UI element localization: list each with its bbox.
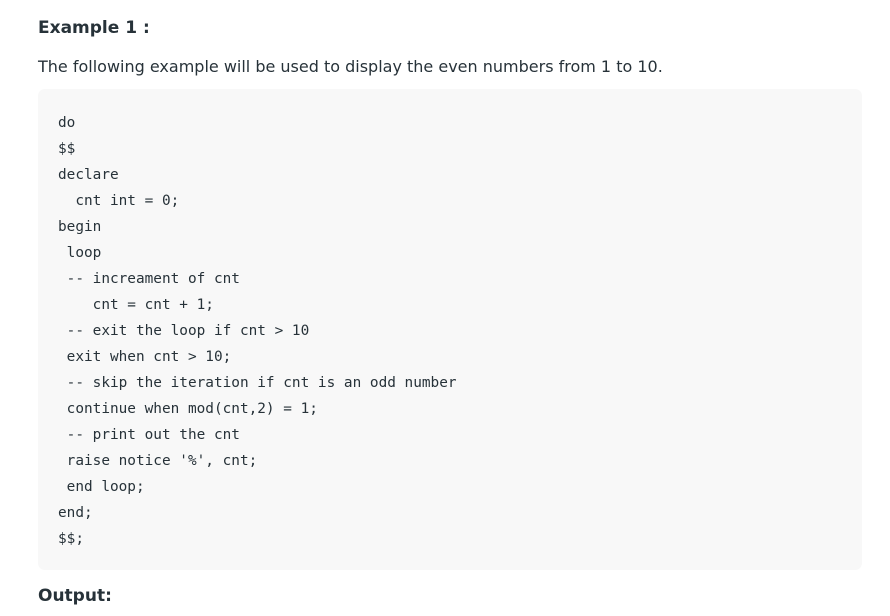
example-heading: Example 1 : bbox=[38, 18, 150, 38]
code-line: -- increament of cnt bbox=[58, 271, 240, 287]
code-block[interactable]: do $$ declare cnt int = 0; begin loop --… bbox=[38, 89, 862, 570]
code-line: $$; bbox=[58, 531, 84, 547]
code-line: exit when cnt > 10; bbox=[58, 349, 232, 365]
example-description: The following example will be used to di… bbox=[38, 57, 663, 76]
code-line: -- exit the loop if cnt > 10 bbox=[58, 323, 310, 339]
code-line: declare bbox=[58, 167, 119, 183]
code-line: -- print out the cnt bbox=[58, 427, 240, 443]
code-line: end; bbox=[58, 505, 93, 521]
code-line: end loop; bbox=[58, 479, 145, 495]
code-line: cnt = cnt + 1; bbox=[58, 297, 214, 313]
code-line: $$ bbox=[58, 141, 76, 157]
code-line: raise notice '%', cnt; bbox=[58, 453, 258, 469]
code-line: begin bbox=[58, 219, 102, 235]
code-line: loop bbox=[58, 245, 102, 261]
code-line: cnt int = 0; bbox=[58, 193, 180, 209]
code-line: do bbox=[58, 115, 76, 131]
code-line: continue when mod(cnt,2) = 1; bbox=[58, 401, 318, 417]
code-lines: do $$ declare cnt int = 0; begin loop --… bbox=[58, 110, 457, 552]
code-line: -- skip the iteration if cnt is an odd n… bbox=[58, 375, 457, 391]
output-heading: Output: bbox=[38, 586, 112, 606]
